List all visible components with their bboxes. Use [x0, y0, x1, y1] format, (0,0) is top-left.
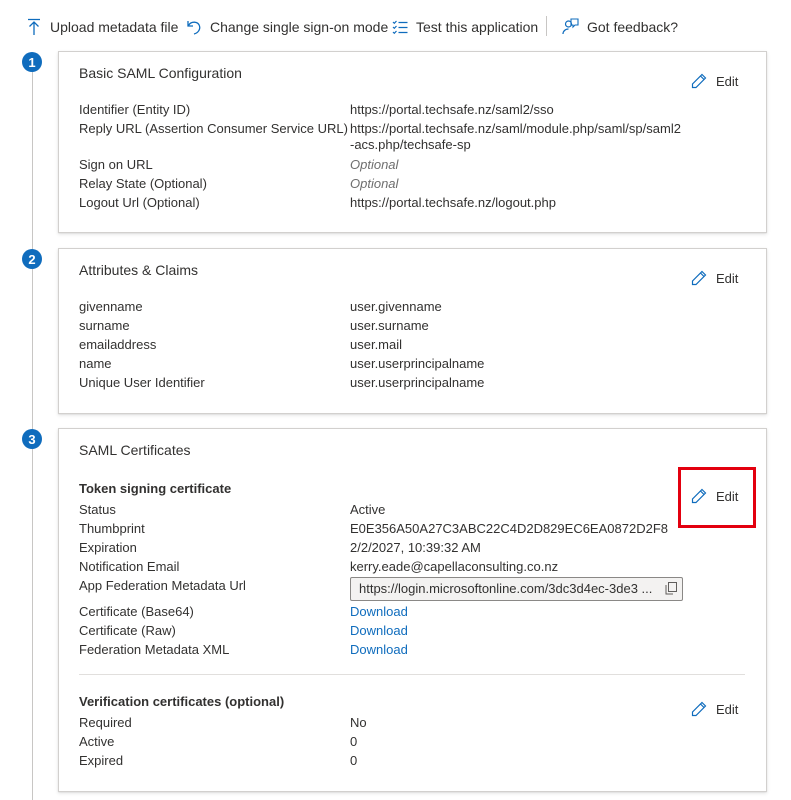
pencil-icon — [691, 73, 707, 89]
test-application-label: Test this application — [416, 19, 539, 35]
feedback-person-icon — [562, 18, 579, 35]
pencil-icon — [691, 270, 707, 286]
claim-value: user.mail — [350, 337, 403, 352]
edit-label: Edit — [716, 701, 739, 717]
fed-metadata-xml-label: Federation Metadata XML — [79, 642, 230, 657]
change-sso-mode-label: Change single sign-on mode — [210, 19, 389, 35]
status-value: Active — [350, 502, 386, 517]
required-value: No — [350, 715, 367, 730]
edit-label: Edit — [716, 270, 739, 286]
upload-metadata-button[interactable]: Upload metadata file — [26, 17, 178, 37]
claim-label: name — [79, 356, 112, 371]
upload-icon — [28, 18, 40, 35]
verification-edit-button[interactable]: Edit — [691, 701, 738, 717]
relay-state-value: Optional — [350, 176, 399, 191]
sign-on-url-value: Optional — [350, 157, 399, 172]
cert-raw-label: Certificate (Raw) — [79, 623, 176, 638]
undo-icon — [187, 21, 201, 35]
section-divider — [79, 674, 745, 675]
relay-state-label: Relay State (Optional) — [79, 176, 207, 191]
upload-metadata-label: Upload metadata file — [50, 19, 179, 35]
basic-saml-title: Basic SAML Configuration — [79, 65, 242, 81]
attributes-claims-card: Attributes & Claims Edit givenname user.… — [58, 248, 767, 414]
metadata-url-value: https://login.microsoftonline.com/3dc3d4… — [359, 581, 653, 596]
pencil-icon — [691, 701, 707, 717]
feedback-label: Got feedback? — [587, 19, 679, 35]
basic-saml-edit-button[interactable]: Edit — [691, 73, 738, 89]
metadata-url-label: App Federation Metadata Url — [79, 578, 246, 593]
command-bar: Upload metadata file Change single sign-… — [0, 0, 791, 52]
claim-value: user.userprincipalname — [350, 356, 485, 371]
claim-label: emailaddress — [79, 337, 157, 352]
logout-url-value: https://portal.techsafe.nz/logout.php — [350, 195, 556, 210]
change-sso-mode-button[interactable]: Change single sign-on mode — [186, 17, 388, 37]
metadata-url-field[interactable]: https://login.microsoftonline.com/3dc3d4… — [350, 577, 683, 601]
fed-metadata-xml-download-link[interactable]: Download — [350, 642, 690, 658]
saml-certificates-title: SAML Certificates — [79, 442, 191, 458]
reply-url-value: https://portal.techsafe.nz/saml/module.p… — [350, 121, 681, 152]
active-label: Active — [79, 734, 115, 749]
attributes-edit-button[interactable]: Edit — [691, 270, 738, 286]
attributes-claims-title: Attributes & Claims — [79, 262, 199, 278]
expired-label: Expired — [79, 753, 124, 768]
logout-url-label: Logout Url (Optional) — [79, 195, 200, 210]
identifier-label: Identifier (Entity ID) — [79, 102, 191, 117]
claim-value: user.givenname — [350, 299, 442, 314]
verification-certificates-heading: Verification certificates (optional) — [79, 694, 285, 709]
basic-saml-card: Basic SAML Configuration Edit Identifier… — [58, 51, 767, 233]
sign-on-url-label: Sign on URL — [79, 157, 153, 172]
saml-certificates-card: SAML Certificates Token signing certific… — [58, 428, 767, 792]
thumbprint-label: Thumbprint — [79, 521, 145, 536]
highlight-box — [678, 467, 756, 528]
cert-raw-download-link[interactable]: Download — [350, 623, 690, 639]
reply-url-label: Reply URL (Assertion Consumer Service UR… — [79, 121, 348, 136]
cert-base64-label: Certificate (Base64) — [79, 604, 194, 619]
status-label: Status — [79, 502, 116, 517]
edit-label: Edit — [716, 73, 739, 89]
required-label: Required — [79, 715, 132, 730]
feedback-button[interactable]: Got feedback? — [562, 17, 678, 37]
step-badge-3: 3 — [22, 429, 42, 449]
identifier-value: https://portal.techsafe.nz/saml2/sso — [350, 102, 554, 117]
checklist-icon — [392, 20, 408, 35]
claim-label: Unique User Identifier — [79, 375, 205, 390]
claim-value: user.surname — [350, 318, 429, 333]
step-badge-2: 2 — [22, 249, 42, 269]
expiration-label: Expiration — [79, 540, 137, 555]
token-signing-heading: Token signing certificate — [79, 481, 232, 496]
notification-email-value: kerry.eade@capellaconsulting.co.nz — [350, 559, 559, 574]
toolbar-separator — [546, 16, 547, 36]
cert-base64-download-link[interactable]: Download — [350, 604, 690, 620]
test-application-button[interactable]: Test this application — [392, 17, 538, 37]
active-value: 0 — [350, 734, 358, 749]
expired-value: 0 — [350, 753, 358, 768]
thumbprint-value: E0E356A50A27C3ABC22C4D2D829EC6EA0872D2F8 — [350, 521, 668, 536]
claim-label: givenname — [79, 299, 143, 314]
copy-icon[interactable] — [665, 582, 677, 595]
expiration-value: 2/2/2027, 10:39:32 AM — [350, 540, 481, 555]
claim-label: surname — [79, 318, 130, 333]
claim-value: user.userprincipalname — [350, 375, 485, 390]
step-badge-1: 1 — [22, 52, 42, 72]
notification-email-label: Notification Email — [79, 559, 180, 574]
